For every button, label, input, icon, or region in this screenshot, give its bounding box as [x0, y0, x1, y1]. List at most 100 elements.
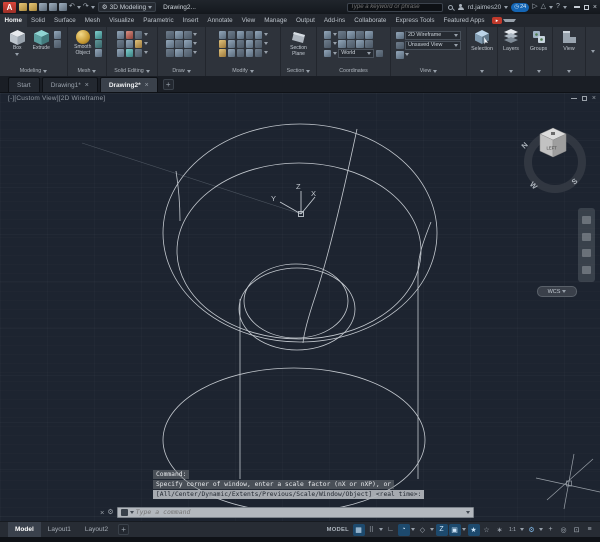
panel-label-modeling[interactable]: Modeling: [0, 66, 67, 76]
ribbon-small-icon[interactable]: [338, 31, 346, 39]
search-input[interactable]: [351, 4, 439, 10]
ribbon-small-icon[interactable]: [255, 31, 263, 39]
polar-tracking-toggle[interactable]: ◔: [398, 524, 410, 536]
orbit-icon[interactable]: [582, 266, 591, 274]
infer-constraints-toggle[interactable]: ∟: [385, 524, 397, 536]
ribbon-tab-express-tools[interactable]: Express Tools: [391, 14, 439, 27]
layout-tab-layout2[interactable]: Layout2: [78, 522, 115, 537]
signed-in-username[interactable]: rd.jaimes20: [468, 4, 502, 11]
close-tab-icon[interactable]: ×: [145, 82, 149, 89]
wcs-dropdown[interactable]: WCS: [537, 286, 577, 297]
command-input[interactable]: [136, 508, 464, 516]
ribbon-tab-add-ins[interactable]: Add-ins: [319, 14, 349, 27]
ribbon-small-icon[interactable]: [219, 31, 227, 39]
ribbon-small-icon[interactable]: [376, 50, 384, 58]
ribbon-small-icon[interactable]: [255, 40, 263, 48]
ribbon-small-icon[interactable]: [117, 31, 125, 39]
object-snap-tracking-toggle[interactable]: Z: [436, 524, 448, 536]
ribbon-small-icon[interactable]: [246, 31, 254, 39]
customization-menu-button[interactable]: ≡: [584, 524, 596, 536]
ribbon-small-icon[interactable]: [237, 49, 245, 57]
section-plane-button[interactable]: Section Plane: [287, 29, 310, 57]
ribbon-small-icon[interactable]: [95, 31, 103, 39]
drawing-minimize-button[interactable]: [571, 98, 577, 100]
ribbon-small-icon[interactable]: [338, 40, 346, 48]
box-button[interactable]: Box: [6, 29, 29, 56]
ribbon-tab-insert[interactable]: Insert: [178, 14, 203, 27]
ribbon-small-icon[interactable]: [135, 40, 143, 48]
new-layout-button[interactable]: +: [118, 524, 129, 535]
panel-label-section[interactable]: Section: [281, 66, 316, 76]
isodraft-caret-icon[interactable]: [430, 528, 434, 531]
save-as-icon[interactable]: [49, 3, 57, 11]
ribbon-tab-featured-apps[interactable]: Featured Apps: [439, 14, 489, 27]
autodesk-app-icon[interactable]: △: [541, 2, 546, 12]
workspace-switching-caret-icon[interactable]: [539, 528, 543, 531]
ribbon-small-icon[interactable]: [365, 40, 373, 48]
minimize-button[interactable]: [574, 6, 580, 8]
save-icon[interactable]: [39, 3, 47, 11]
navigation-bar[interactable]: [578, 208, 595, 282]
add-cleanup-button[interactable]: +: [545, 524, 557, 536]
ribbon-tab-visualize[interactable]: Visualize: [105, 14, 139, 27]
help-search-box[interactable]: [347, 3, 443, 12]
panel-label-modify[interactable]: Modify: [206, 66, 280, 76]
ribbon-small-icon[interactable]: [356, 31, 364, 39]
ribbon-small-icon[interactable]: [347, 40, 355, 48]
redo-icon[interactable]: ↷: [83, 3, 89, 11]
drawing-close-button[interactable]: ×: [592, 95, 596, 102]
viewport-controls[interactable]: [-][Custom View][2D Wireframe]: [8, 95, 105, 102]
file-tab-drawing2[interactable]: Drawing2*×: [100, 77, 158, 92]
ribbon-small-icon[interactable]: [184, 31, 192, 39]
ribbon-tab-surface[interactable]: Surface: [50, 14, 81, 27]
ribbon-small-icon[interactable]: [166, 31, 174, 39]
panel-groups[interactable]: Groups: [525, 27, 553, 76]
user-avatar-icon[interactable]: [458, 4, 464, 10]
panel-label-coordinates[interactable]: Coordinates: [317, 66, 390, 76]
ribbon-small-icon[interactable]: [184, 40, 192, 48]
ribbon-small-icon[interactable]: [324, 40, 332, 48]
ribbon-small-icon[interactable]: [228, 40, 236, 48]
command-recent-caret-icon[interactable]: [130, 511, 134, 514]
extrude-button[interactable]: Extrude: [30, 29, 53, 52]
autocad-logo-icon[interactable]: A: [3, 2, 16, 13]
command-customize-icon[interactable]: ⚙: [107, 508, 113, 516]
model-space-label[interactable]: MODEL: [327, 527, 349, 533]
new-drawing-tab-button[interactable]: +: [163, 79, 174, 90]
ribbon-small-icon[interactable]: [228, 31, 236, 39]
search-icon[interactable]: [448, 5, 453, 10]
ribbon-small-icon[interactable]: [228, 49, 236, 57]
ribbon-small-icon[interactable]: [356, 40, 364, 48]
ribbon-tab-output[interactable]: Output: [291, 14, 319, 27]
ribbon-small-icon[interactable]: [219, 49, 227, 57]
ribbon-small-icon[interactable]: [126, 49, 134, 57]
redo-caret-icon[interactable]: [91, 6, 95, 9]
viewcube[interactable]: LEFT: [538, 127, 568, 158]
ribbon-small-icon[interactable]: [117, 49, 125, 57]
ribbon-small-icon[interactable]: [126, 40, 134, 48]
grid-toggle[interactable]: ▦: [353, 524, 365, 536]
ribbon-small-icon[interactable]: [219, 40, 227, 48]
ribbon-small-icon[interactable]: [95, 40, 103, 48]
isodraft-toggle[interactable]: ◇: [417, 524, 429, 536]
isolate-objects-button[interactable]: ◎: [558, 524, 570, 536]
clean-screen-button[interactable]: ⊡: [571, 524, 583, 536]
workspace-switching-button[interactable]: ⚙: [526, 524, 538, 536]
zoom-icon[interactable]: [582, 249, 591, 257]
osnap-caret-icon[interactable]: [462, 528, 466, 531]
ribbon-small-icon[interactable]: [246, 49, 254, 57]
visual-style-dropdown[interactable]: 2D Wireframe: [405, 31, 461, 40]
new-icon[interactable]: [29, 3, 37, 11]
ribbon-tab-annotate[interactable]: Annotate: [203, 14, 237, 27]
help-icon[interactable]: ?: [556, 2, 560, 12]
annotation-visibility-toggle[interactable]: ★: [468, 524, 480, 536]
ribbon-small-icon[interactable]: [246, 40, 254, 48]
polar-caret-icon[interactable]: [411, 528, 415, 531]
command-options-line[interactable]: [All/Center/Dynamic/Extents/Previous/Sca…: [153, 490, 424, 499]
drawing-restore-button[interactable]: [582, 96, 587, 101]
ribbon-small-icon[interactable]: [324, 31, 332, 39]
panel-view-tools[interactable]: View: [553, 27, 586, 76]
command-recent-icon[interactable]: [121, 509, 128, 516]
close-button[interactable]: ×: [593, 4, 597, 11]
drawing-canvas[interactable]: [0, 93, 600, 521]
